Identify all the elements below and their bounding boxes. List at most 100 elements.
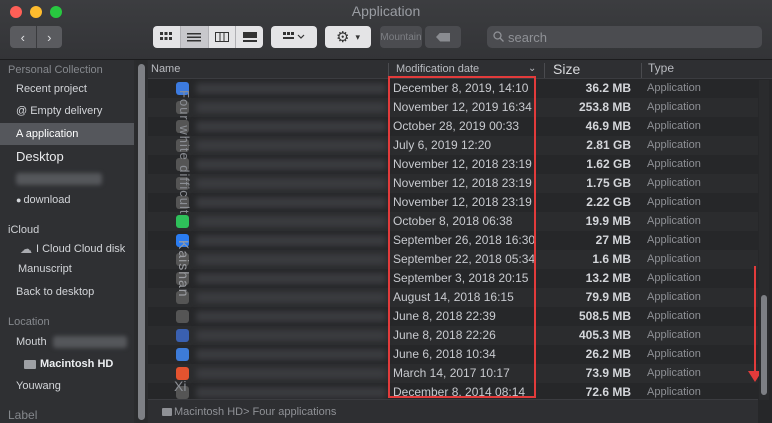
sidebar-scrollbar[interactable] (136, 60, 147, 423)
overlay-vertical-text: Four white difficult (177, 90, 192, 215)
blurred-file-name (196, 311, 386, 322)
blurred-file-name (196, 235, 386, 246)
table-row[interactable]: December 8, 2019, 14:10 36.2 MB Applicatio… (148, 79, 758, 98)
table-row[interactable]: August 14, 2018 16:15 79.9 MB Application (148, 288, 758, 307)
tag-button[interactable] (425, 26, 461, 48)
sidebar-item-manuscript[interactable]: Manuscript (0, 259, 134, 279)
forward-button[interactable]: › (35, 26, 63, 48)
sidebar-item-airdrop[interactable]: @ Empty delivery (0, 101, 134, 121)
view-mode-segmented-control (153, 26, 263, 48)
blurred-file-name (196, 102, 386, 113)
table-row[interactable]: September 3, 2018 20:15 13.2 MB Applicatio… (148, 269, 758, 288)
file-list: Name Modification date ⌄ Size Type Decem… (148, 60, 772, 423)
modification-date-cell: June 8, 2018 22:39 (393, 309, 496, 323)
app-icon (176, 348, 189, 361)
column-size-header[interactable]: Size (553, 61, 580, 77)
sidebar-item-mouth[interactable]: Mouth (0, 332, 134, 352)
type-cell: Application (647, 253, 701, 265)
list-icon (187, 33, 202, 42)
sidebar-item-icloud-drive[interactable]: ☁ I Cloud Cloud disk (0, 239, 134, 259)
blurred-file-name (196, 140, 386, 151)
blurred-file-name (196, 292, 386, 303)
sidebar: Personal Collection Recent project @ Emp… (0, 60, 134, 423)
grid-icon (160, 32, 173, 40)
table-row[interactable]: June 8, 2018 22:26 405.3 MB Application (148, 326, 758, 345)
type-cell: Application (647, 348, 701, 360)
table-row[interactable]: October 8, 2018 06:38 19.9 MB Application (148, 212, 758, 231)
path-text[interactable]: Macintosh HD> Four applications (174, 406, 336, 418)
sidebar-item-recent[interactable]: Recent project (0, 79, 134, 99)
size-cell: 405.3 MB (578, 328, 631, 342)
modification-date-cell: September 3, 2018 20:15 (393, 271, 529, 285)
column-view-button[interactable] (209, 26, 237, 48)
table-row[interactable]: September 22, 2018 05:34 1.6 MB Applicatio… (148, 250, 758, 269)
blurred-file-name (196, 83, 386, 94)
back-button[interactable]: ‹ (10, 26, 36, 48)
sidebar-item-label: Youwang (16, 380, 61, 392)
size-cell: 73.9 MB (585, 366, 631, 380)
table-row[interactable]: July 6, 2019 12:20 2.81 GB Application (148, 136, 758, 155)
table-row[interactable]: June 6, 2018 10:34 26.2 MB Application (148, 345, 758, 364)
list-view-button[interactable] (180, 26, 209, 48)
sidebar-item-applications[interactable]: A application (0, 123, 134, 145)
type-cell: Application (647, 329, 701, 341)
blurred-file-name (196, 178, 386, 189)
search-field[interactable]: search (487, 26, 762, 48)
sidebar-heading-icloud: iCloud (8, 224, 40, 236)
modification-date-cell: November 12, 2018 23:19 (393, 176, 532, 190)
sidebar-item-back-to-desktop[interactable]: Back to desktop (0, 282, 134, 302)
type-cell: Application (647, 177, 701, 189)
modification-date-cell: August 14, 2018 16:15 (393, 290, 514, 304)
sidebar-heading-location: Location (8, 316, 50, 328)
sidebar-scroll-thumb[interactable] (138, 64, 145, 420)
sidebar-item-downloads[interactable]: ● download (0, 190, 134, 210)
column-type-header[interactable]: Type (648, 61, 674, 75)
sidebar-item-label: Recent project (16, 83, 87, 95)
modification-date-cell: October 28, 2019 00:33 (393, 119, 520, 133)
modification-date-cell: September 22, 2018 05:34 (393, 252, 536, 266)
type-cell: Application (647, 386, 701, 398)
path-bar: Macintosh HD> Four applications (148, 399, 758, 423)
gallery-icon (242, 32, 257, 42)
gallery-view-button[interactable] (236, 26, 263, 48)
search-placeholder: search (508, 29, 548, 45)
sidebar-item-youwang[interactable]: Youwang (0, 376, 134, 396)
column-date-header[interactable]: Modification date (396, 63, 479, 75)
gear-icon: ⚙ (336, 29, 350, 46)
type-cell: Application (647, 291, 701, 303)
size-cell: 1.6 MB (592, 252, 631, 266)
table-row[interactable]: November 12, 2018 23:19 2.22 GB Applicatio… (148, 193, 758, 212)
window-title: Application (351, 3, 421, 19)
file-list-scrollbar[interactable] (759, 80, 769, 400)
sidebar-heading-personal: Personal Collection (8, 64, 103, 76)
column-name-header[interactable]: Name (151, 63, 180, 75)
icon-view-button[interactable] (153, 26, 181, 48)
file-list-scroll-thumb[interactable] (761, 295, 767, 395)
table-row[interactable]: September 26, 2018 16:30 27 MB Application (148, 231, 758, 250)
group-by-button[interactable] (271, 26, 317, 48)
sidebar-item-label: Mouth (16, 336, 47, 348)
sidebar-item-documents[interactable] (0, 169, 134, 189)
type-cell: Application (647, 234, 701, 246)
blurred-file-name (196, 159, 386, 170)
blurred-file-name (196, 254, 386, 265)
size-cell: 1.62 GB (586, 157, 631, 171)
table-row[interactable]: October 28, 2019 00:33 46.9 MB Application (148, 117, 758, 136)
table-row[interactable]: December 8, 2014 08:14 72.6 MB Application (148, 383, 758, 399)
blurred-file-name (196, 197, 386, 208)
action-menu-button[interactable]: ⚙ ▾ (325, 26, 371, 48)
blurred-file-name (196, 368, 386, 379)
hard-drive-icon (24, 359, 36, 369)
table-row[interactable]: November 12, 2018 23:19 1.75 GB Applicatio… (148, 174, 758, 193)
table-row[interactable]: November 12, 2018 23:19 1.62 GB Applicatio… (148, 155, 758, 174)
table-row[interactable]: November 12, 2019 16:34 253.8 MB Applicati… (148, 98, 758, 117)
modification-date-cell: October 8, 2018 06:38 (393, 214, 513, 228)
cloud-icon: ☁ (20, 242, 32, 256)
type-cell: Application (647, 139, 701, 151)
table-row[interactable]: March 14, 2017 10:17 73.9 MB Application (148, 364, 758, 383)
share-button[interactable]: Mountain (380, 26, 422, 48)
sidebar-item-macintosh-hd[interactable]: Macintosh HD (0, 354, 134, 374)
sidebar-item-label: Macintosh HD (40, 358, 114, 370)
sidebar-item-desktop[interactable]: Desktop (0, 146, 134, 166)
table-row[interactable]: June 8, 2018 22:39 508.5 MB Application (148, 307, 758, 326)
